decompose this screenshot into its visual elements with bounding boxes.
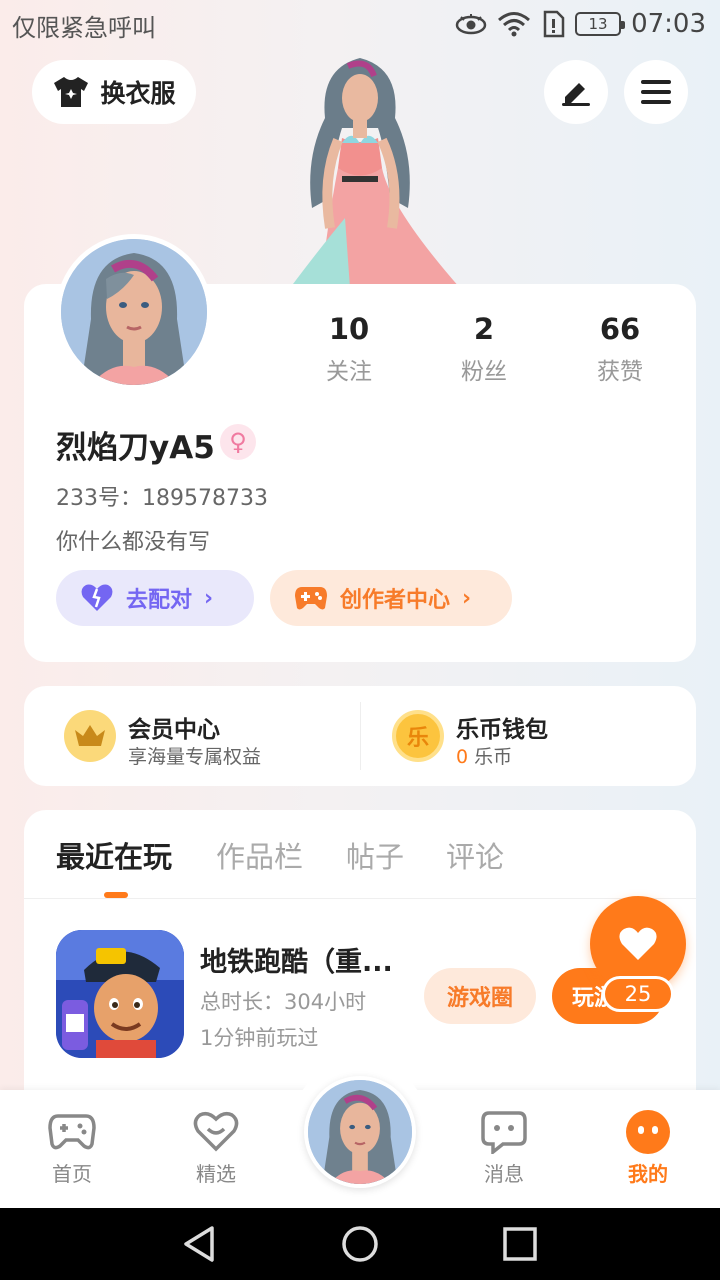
coin-icon[interactable]: 乐 xyxy=(392,710,444,762)
eye-icon xyxy=(455,14,487,35)
game-circle-button[interactable]: 游戏圈 xyxy=(424,968,536,1024)
game-last-played: 1分钟前玩过 xyxy=(200,1026,319,1050)
bio: 你什么都没有写 xyxy=(56,530,211,555)
edit-button[interactable] xyxy=(544,60,608,124)
heart-icon xyxy=(619,927,657,960)
avatar-character[interactable] xyxy=(250,48,470,288)
carrier-text: 仅限紧急呼叫 xyxy=(12,14,156,42)
nav-featured[interactable]: 精选 xyxy=(166,1108,266,1187)
nav-label: 消息 xyxy=(484,1162,524,1186)
wallet-balance: 0 乐币 xyxy=(456,742,512,769)
creator-label: 创作者中心 xyxy=(340,588,451,613)
user-id: 233号：189578733 xyxy=(56,486,268,511)
gamepad-icon xyxy=(295,587,327,610)
member-center-title[interactable]: 会员中心 xyxy=(128,710,220,744)
game-title[interactable]: 地铁跑酷（重... xyxy=(200,940,393,979)
divider xyxy=(360,702,361,770)
clock: 07:03 xyxy=(631,9,706,39)
stat-following[interactable]: 10 关注 xyxy=(289,312,409,386)
tab-works[interactable]: 作品栏 xyxy=(216,834,303,876)
username: 烈焰刀yA5 xyxy=(56,430,215,466)
nav-messages[interactable]: 消息 xyxy=(454,1108,554,1187)
tab-posts[interactable]: 帖子 xyxy=(346,834,404,876)
chevron-right-icon: › xyxy=(204,585,214,611)
tab-recently-played[interactable]: 最近在玩 xyxy=(56,834,172,876)
stat-label: 关注 xyxy=(326,359,372,385)
home-icon[interactable] xyxy=(340,1224,380,1264)
stat-value: 10 xyxy=(328,312,370,346)
nav-avatar[interactable] xyxy=(304,1076,416,1188)
change-outfit-label: 换衣服 xyxy=(100,79,176,108)
stat-likes[interactable]: 66 获赞 xyxy=(560,312,680,386)
status-icons: 13 07:03 xyxy=(455,6,706,42)
recents-icon[interactable] xyxy=(502,1226,538,1262)
system-nav-bar xyxy=(0,1208,720,1280)
menu-button[interactable] xyxy=(624,60,688,124)
profile-avatar[interactable] xyxy=(56,234,212,390)
stat-value: 66 xyxy=(599,312,641,346)
stat-value: 2 xyxy=(473,312,495,346)
edit-icon xyxy=(562,83,590,106)
battery-icon: 13 xyxy=(575,12,626,36)
nav-label: 首页 xyxy=(52,1162,92,1186)
divider xyxy=(24,898,696,899)
profile-dots-icon xyxy=(626,1110,670,1154)
match-button[interactable]: 去配对 › xyxy=(56,570,254,626)
menu-icon xyxy=(641,80,671,104)
wallet-amount: 0 xyxy=(456,746,469,768)
sim-icon xyxy=(543,10,565,38)
stat-label: 获赞 xyxy=(597,359,643,385)
back-icon[interactable] xyxy=(180,1224,220,1264)
wallet-unit: 乐币 xyxy=(474,746,513,768)
favorite-count: 25 xyxy=(602,976,674,1012)
status-bar: 仅限紧急呼叫 13 07:03 xyxy=(0,0,720,48)
crown-icon[interactable] xyxy=(64,710,116,762)
nav-label: 我的 xyxy=(628,1162,668,1186)
tab-comments[interactable]: 评论 xyxy=(446,834,504,876)
nav-label: 精选 xyxy=(196,1162,236,1186)
match-label: 去配对 xyxy=(126,588,193,613)
game-icon[interactable] xyxy=(56,930,184,1058)
game-duration: 总时长：304小时 xyxy=(200,990,367,1014)
nav-profile[interactable]: 我的 xyxy=(598,1108,698,1187)
shirt-icon xyxy=(54,77,89,107)
change-outfit-button[interactable]: 换衣服 xyxy=(32,60,196,124)
heart-chat-icon xyxy=(193,1111,239,1152)
creator-center-button[interactable]: 创作者中心 › xyxy=(270,570,512,626)
stat-fans[interactable]: 2 粉丝 xyxy=(424,312,544,386)
heart-icon xyxy=(81,584,113,611)
wallet-title[interactable]: 乐币钱包 xyxy=(456,710,548,744)
stat-label: 粉丝 xyxy=(461,359,507,385)
gamepad-icon xyxy=(48,1114,96,1150)
chevron-right-icon: › xyxy=(462,585,472,611)
message-icon xyxy=(481,1111,527,1154)
member-center-subtitle: 享海量专属权益 xyxy=(128,746,262,768)
female-icon: ♀ xyxy=(220,424,256,460)
wifi-icon xyxy=(498,12,531,37)
nav-home[interactable]: 首页 xyxy=(22,1108,122,1187)
